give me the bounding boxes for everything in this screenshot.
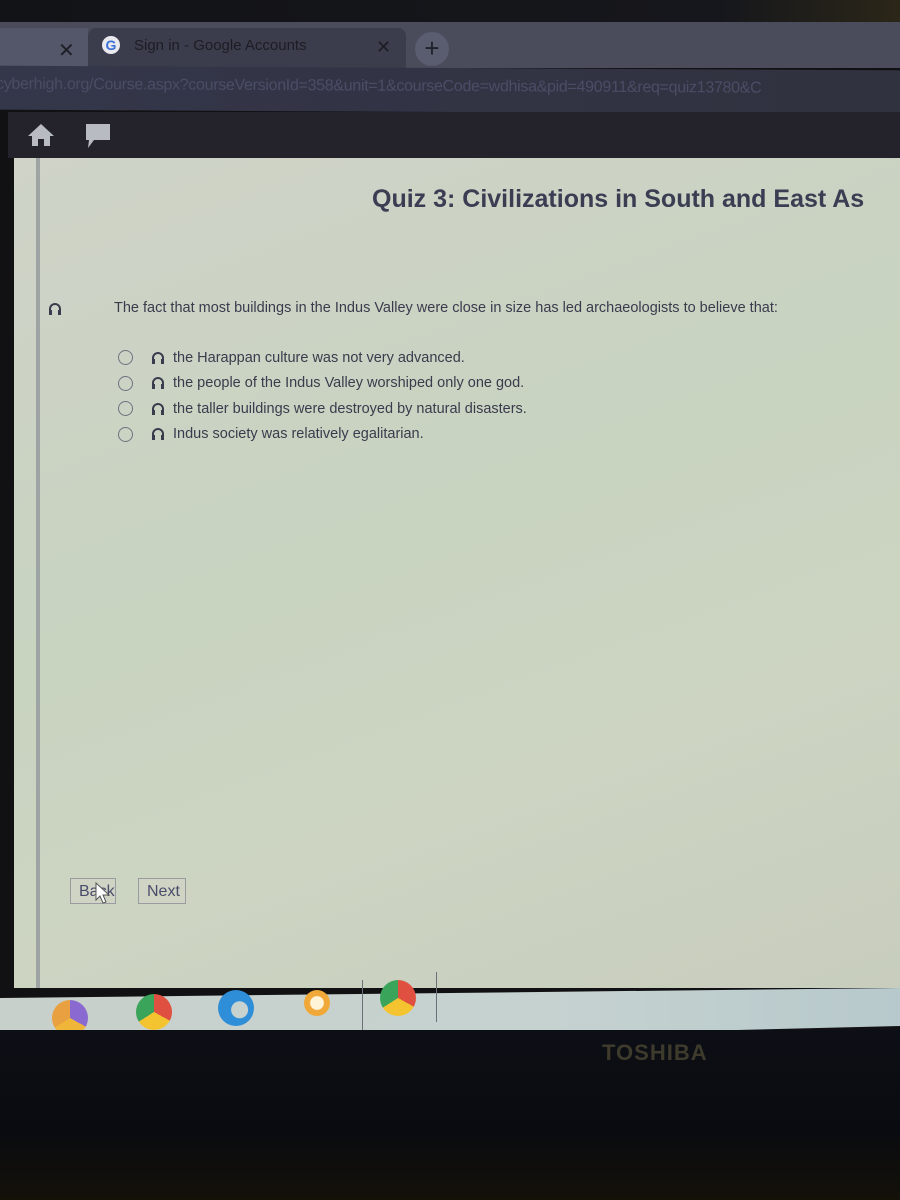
answer-option[interactable]: the taller buildings were destroyed by n…	[118, 396, 527, 422]
answer-options: the Harappan culture was not very advanc…	[118, 345, 527, 447]
question-text: The fact that most buildings in the Indu…	[114, 300, 778, 316]
monitor-bezel-bottom	[0, 1030, 900, 1200]
audio-icon[interactable]	[151, 351, 165, 365]
address-bar[interactable]: cyberhigh.org/Course.aspx?courseVersionI…	[0, 65, 900, 115]
audio-icon[interactable]	[48, 302, 62, 316]
monitor-bezel-top	[0, 0, 900, 22]
audio-icon[interactable]	[151, 402, 165, 416]
browser-tab-previous[interactable]: ✕	[0, 28, 88, 68]
option-label[interactable]: the taller buildings were destroyed by n…	[173, 401, 527, 417]
google-icon: G	[102, 36, 120, 54]
chat-icon[interactable]	[84, 122, 112, 155]
audio-icon[interactable]	[151, 376, 165, 390]
close-icon[interactable]: ✕	[58, 38, 75, 62]
taskbar-separator	[362, 980, 363, 1030]
option-label[interactable]: the people of the Indus Valley worshiped…	[173, 375, 524, 391]
chrome-icon[interactable]	[136, 994, 172, 1030]
url-text[interactable]: cyberhigh.org/Course.aspx?courseVersionI…	[0, 76, 761, 98]
audio-icon[interactable]	[151, 427, 165, 441]
site-toolbar	[8, 112, 900, 158]
answer-option[interactable]: the people of the Indus Valley worshiped…	[118, 371, 527, 397]
mouse-cursor-icon	[94, 881, 114, 906]
radio-button[interactable]	[118, 426, 133, 442]
tab-title: Sign in - Google Accounts	[134, 37, 307, 54]
answer-option[interactable]: Indus society was relatively egalitarian…	[118, 422, 527, 448]
page-title: Quiz 3: Civilizations in South and East …	[372, 185, 865, 213]
content-frame-border	[36, 158, 40, 988]
quiz-content-area	[14, 158, 900, 988]
radio-button[interactable]	[118, 375, 133, 391]
answer-option[interactable]: the Harappan culture was not very advanc…	[118, 345, 527, 371]
option-label[interactable]: the Harappan culture was not very advanc…	[173, 350, 465, 366]
media-player-icon[interactable]	[304, 990, 330, 1016]
radio-button[interactable]	[118, 401, 133, 417]
home-icon[interactable]	[26, 122, 56, 153]
new-tab-button[interactable]: +	[415, 32, 449, 66]
taskbar-separator	[436, 972, 437, 1022]
chrome-profile-icon[interactable]	[380, 980, 416, 1016]
close-icon[interactable]: ✕	[376, 37, 391, 58]
browser-tab-active[interactable]: G Sign in - Google Accounts ✕	[88, 28, 406, 68]
edge-icon[interactable]	[218, 990, 254, 1026]
option-label[interactable]: Indus society was relatively egalitarian…	[173, 426, 424, 442]
radio-button[interactable]	[118, 350, 133, 366]
browser-tab-strip: ✕ G Sign in - Google Accounts ✕ +	[0, 22, 900, 68]
next-button[interactable]: Next	[138, 878, 186, 904]
monitor-brand-logo: TOSHIBA	[602, 1040, 708, 1065]
